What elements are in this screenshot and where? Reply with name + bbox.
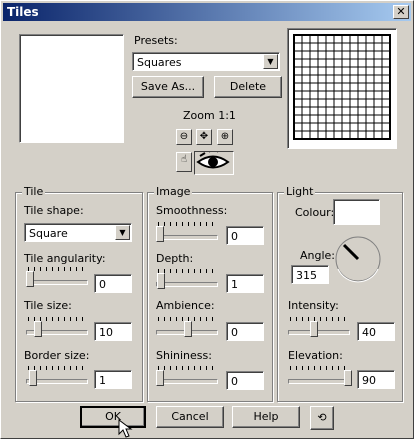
slider-ticks <box>158 366 216 370</box>
tile-angularity-field[interactable]: 0 <box>94 274 132 293</box>
slider-track <box>288 379 350 384</box>
cancel-button[interactable]: Cancel <box>156 406 224 428</box>
elevation-label: Elevation: <box>288 349 343 362</box>
slider-ticks <box>290 317 348 321</box>
tiles-dialog: Tiles ✕ Presets: Squares ▼ Save As... De… <box>0 0 414 439</box>
pan-icon[interactable]: ✥ <box>196 129 212 145</box>
angle-field[interactable]: 315 <box>291 265 329 284</box>
slider-thumb[interactable] <box>26 271 34 287</box>
slider-ticks <box>158 269 216 273</box>
slider-thumb[interactable] <box>28 370 37 386</box>
presets-value: Squares <box>137 56 182 69</box>
mouse-cursor-icon <box>118 419 133 438</box>
depth-slider[interactable] <box>154 268 220 290</box>
chevron-down-icon[interactable]: ▼ <box>115 225 130 240</box>
slider-track <box>156 379 218 384</box>
tile-size-label: Tile size: <box>24 299 72 312</box>
border-size-field[interactable]: 1 <box>94 370 132 389</box>
angle-label: Angle: <box>300 249 336 262</box>
elevation-field[interactable]: 90 <box>357 370 395 389</box>
hand-icon[interactable]: ☝ <box>176 152 192 172</box>
title-bar: Tiles ✕ <box>3 3 411 21</box>
slider-track <box>288 330 350 335</box>
slider-thumb[interactable] <box>34 321 43 337</box>
ambience-label: Ambience: <box>156 299 215 312</box>
tile-angularity-label: Tile angularity: <box>24 252 106 265</box>
eye-toggle[interactable] <box>194 149 234 175</box>
tile-grid-preview <box>293 34 391 140</box>
slider-track <box>26 280 88 285</box>
tile-shape-value: Square <box>29 227 68 240</box>
slider-thumb[interactable] <box>310 321 319 337</box>
elevation-slider[interactable] <box>286 365 352 387</box>
tile-size-slider[interactable] <box>24 316 90 338</box>
shininess-label: Shininess: <box>156 349 212 362</box>
chevron-down-icon[interactable]: ▼ <box>263 54 278 69</box>
intensity-slider[interactable] <box>286 316 352 338</box>
help-button[interactable]: Help <box>232 406 300 428</box>
save-as-button[interactable]: Save As... <box>132 76 204 98</box>
reset-icon[interactable]: ⟲ <box>310 406 334 430</box>
light-group-label: Light <box>284 185 316 198</box>
border-size-slider[interactable] <box>24 365 90 387</box>
zoom-in-icon[interactable]: ⊕ <box>217 129 233 145</box>
tile-group-label: Tile <box>22 185 46 198</box>
slider-thumb[interactable] <box>157 273 166 289</box>
result-preview[interactable] <box>287 28 397 149</box>
tile-shape-label: Tile shape: <box>24 204 84 217</box>
slider-ticks <box>28 267 86 271</box>
depth-field[interactable]: 1 <box>226 274 264 293</box>
slider-ticks <box>158 222 216 226</box>
smoothness-label: Smoothness: <box>156 204 228 217</box>
shininess-field[interactable]: 0 <box>226 371 264 390</box>
ambience-field[interactable]: 0 <box>226 322 264 341</box>
tile-angularity-slider[interactable] <box>24 266 90 288</box>
ok-button[interactable]: OK <box>80 406 146 428</box>
colour-swatch[interactable] <box>333 199 380 225</box>
eye-icon <box>196 149 230 169</box>
presets-label: Presets: <box>134 34 178 47</box>
slider-track <box>156 235 218 240</box>
ambience-slider[interactable] <box>154 316 220 338</box>
slider-track <box>156 282 218 287</box>
window-title: Tiles <box>7 5 39 19</box>
smoothness-field[interactable]: 0 <box>226 226 264 245</box>
slider-thumb[interactable] <box>156 370 164 386</box>
zoom-label: Zoom 1:1 <box>183 109 236 122</box>
border-size-label: Border size: <box>24 349 90 362</box>
image-group-label: Image <box>154 185 193 198</box>
smoothness-slider[interactable] <box>154 221 220 243</box>
intensity-field[interactable]: 40 <box>357 322 395 341</box>
tile-shape-dropdown[interactable]: Square ▼ <box>24 223 132 242</box>
angle-dial[interactable] <box>334 235 382 283</box>
shininess-slider[interactable] <box>154 365 220 387</box>
presets-label-text: Presets: <box>134 34 178 47</box>
slider-thumb[interactable] <box>156 226 164 242</box>
depth-label: Depth: <box>156 252 194 265</box>
tile-size-field[interactable]: 10 <box>94 322 132 341</box>
intensity-label: Intensity: <box>288 299 339 312</box>
colour-label: Colour: <box>295 206 335 219</box>
zoom-out-icon[interactable]: ⊖ <box>176 129 192 145</box>
original-preview[interactable] <box>19 34 124 143</box>
slider-thumb[interactable] <box>344 370 352 386</box>
delete-button[interactable]: Delete <box>214 76 282 98</box>
slider-ticks <box>290 366 348 370</box>
presets-dropdown[interactable]: Squares ▼ <box>132 52 280 71</box>
slider-thumb[interactable] <box>184 321 192 337</box>
close-button[interactable]: ✕ <box>393 5 409 19</box>
